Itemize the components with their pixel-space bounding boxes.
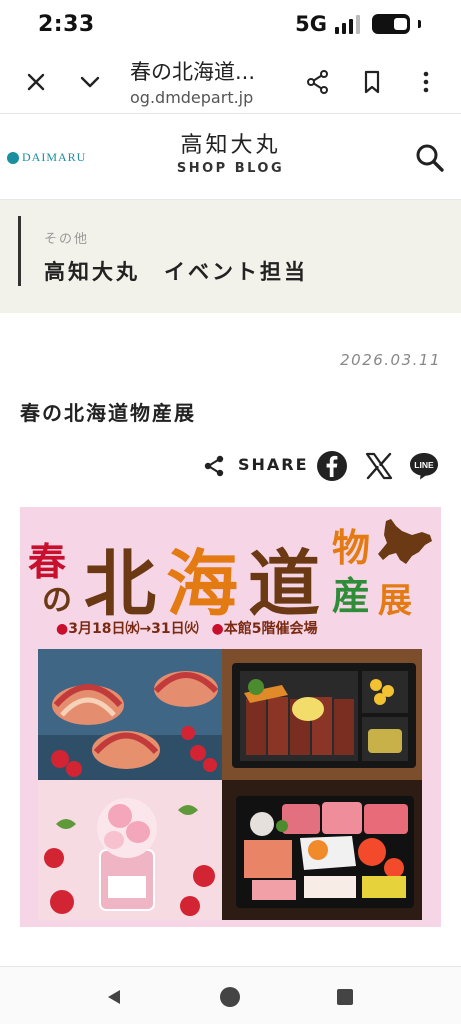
network-label: 5G bbox=[295, 12, 327, 36]
bookmark-icon[interactable] bbox=[358, 68, 386, 96]
battery-icon bbox=[372, 14, 410, 34]
status-bar: 2:33 5G bbox=[0, 0, 461, 52]
close-icon[interactable] bbox=[22, 68, 50, 96]
poster-title-char: 展 bbox=[378, 581, 412, 621]
site-name[interactable]: 高知大丸 bbox=[0, 127, 461, 159]
x-icon[interactable] bbox=[363, 450, 395, 482]
line-icon[interactable]: LINE bbox=[408, 450, 440, 482]
event-dates: 3月18日㈬→31日㈫ bbox=[68, 621, 199, 637]
share-icon[interactable] bbox=[304, 68, 332, 96]
page-title[interactable]: 春の北海道... bbox=[130, 56, 255, 86]
browser-toolbar: 春の北海道... og.dmdepart.jp bbox=[0, 52, 461, 114]
category-accent-bar bbox=[18, 216, 21, 286]
recent-apps-icon[interactable] bbox=[337, 989, 353, 1005]
strawberry-parfait-photo bbox=[38, 780, 224, 920]
line-label: LINE bbox=[414, 460, 434, 470]
bullet-icon: ● bbox=[211, 621, 224, 637]
post-date: 2026.03.11 bbox=[340, 351, 441, 369]
croissant-photo bbox=[38, 649, 224, 780]
poster-title-char: 産 bbox=[332, 574, 371, 618]
post-title: 春の北海道物産展 bbox=[20, 401, 196, 425]
hokkaido-map-icon bbox=[378, 519, 432, 564]
wagyu-bento-photo bbox=[222, 649, 422, 780]
back-icon[interactable] bbox=[105, 988, 123, 1006]
seafood-bowl-photo bbox=[222, 780, 422, 920]
system-nav-bar bbox=[0, 967, 461, 1024]
event-poster[interactable]: 春 の 北 海 道 物 産 展 ●3月18日㈬→31日㈫ ●本館5階催会場 bbox=[20, 507, 441, 927]
category-label[interactable]: その他 bbox=[44, 228, 89, 247]
bullet-icon: ● bbox=[56, 621, 69, 637]
poster-title-char: 海 bbox=[166, 542, 239, 626]
event-venue: 本館5階催会場 bbox=[223, 621, 318, 637]
poster-dates: ●3月18日㈬→31日㈫ ●本館5階催会場 bbox=[56, 618, 318, 638]
status-time: 2:33 bbox=[38, 12, 95, 37]
author-name[interactable]: 高知大丸 イベント担当 bbox=[44, 256, 308, 286]
site-subtitle: SHOP BLOG bbox=[176, 161, 285, 176]
poster-title-char: 物 bbox=[332, 526, 371, 570]
page-url[interactable]: og.dmdepart.jp bbox=[130, 88, 280, 107]
site-header: DAIMARU 高知大丸 SHOP BLOG bbox=[0, 115, 461, 200]
poster-title-char: 道 bbox=[248, 542, 321, 626]
search-icon[interactable] bbox=[414, 142, 446, 174]
share-icon bbox=[204, 455, 224, 477]
battery-tip bbox=[418, 20, 421, 28]
poster-title-char: の bbox=[42, 583, 72, 618]
more-vertical-icon[interactable] bbox=[412, 68, 440, 96]
chevron-down-icon[interactable] bbox=[76, 68, 104, 96]
status-indicators: 5G bbox=[295, 12, 421, 36]
share-row: SHARE LINE bbox=[200, 448, 450, 484]
share-label: SHARE bbox=[238, 455, 309, 474]
poster-title-char: 北 bbox=[84, 542, 157, 626]
category-band: その他 高知大丸 イベント担当 bbox=[0, 200, 461, 313]
poster-title: 春 の 北 海 道 物 産 展 bbox=[20, 515, 441, 626]
signal-icon bbox=[335, 14, 360, 34]
facebook-icon[interactable] bbox=[316, 450, 348, 482]
home-icon[interactable] bbox=[220, 987, 240, 1007]
